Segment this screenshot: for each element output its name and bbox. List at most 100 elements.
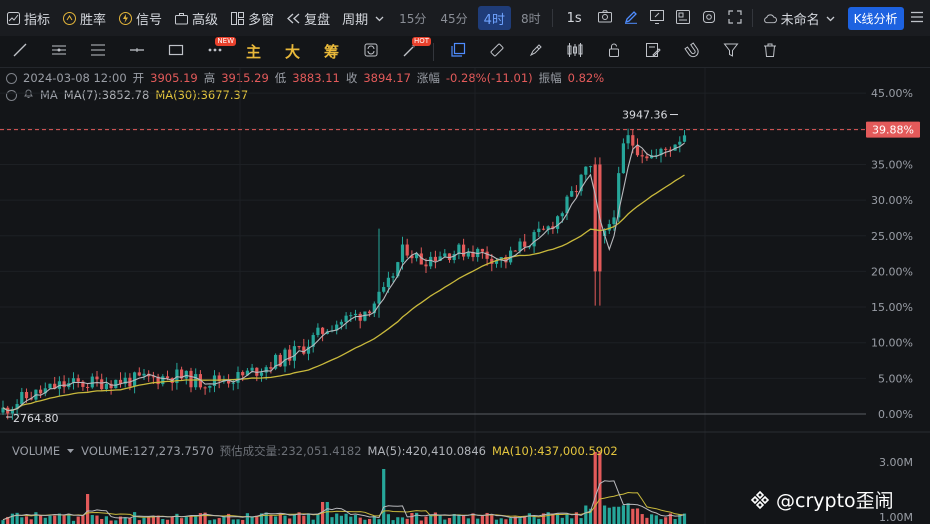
- replay-button[interactable]: 复盘: [280, 0, 336, 36]
- candle-body: [339, 321, 343, 325]
- note-icon: [645, 42, 661, 61]
- magnet-tool[interactable]: [672, 36, 711, 68]
- candle-body: [194, 374, 198, 388]
- divider: [551, 9, 553, 27]
- y-tick-label: 10.00%: [871, 337, 913, 350]
- candle-body: [682, 135, 687, 142]
- binance-logo-icon: [750, 490, 770, 509]
- volume-bar: [635, 508, 640, 524]
- sync-tool[interactable]: [351, 36, 390, 68]
- volume-bar: [133, 512, 137, 524]
- candle-body: [513, 250, 517, 252]
- volume-bar: [424, 516, 428, 524]
- magic-tool[interactable]: HOT: [390, 36, 431, 68]
- volume-bar: [274, 516, 278, 524]
- horizontal-line-tool[interactable]: [117, 36, 156, 68]
- volume-bar: [245, 513, 249, 524]
- copy-tool[interactable]: [438, 36, 477, 68]
- candle-body: [208, 385, 212, 388]
- candle-tool[interactable]: [555, 36, 594, 68]
- rectangle-tool[interactable]: [156, 36, 195, 68]
- delete-tool[interactable]: [750, 36, 789, 68]
- volume-bar: [283, 515, 287, 524]
- volume-dropdown-icon[interactable]: [66, 444, 75, 458]
- volume-bar: [673, 519, 677, 524]
- multi-window-button[interactable]: 多窗: [224, 0, 280, 36]
- filter-tool[interactable]: [711, 36, 750, 68]
- y-tick-label: 45.00%: [871, 87, 913, 100]
- fullscreen-button[interactable]: [722, 0, 748, 36]
- candle-body: [635, 145, 640, 156]
- advanced-button[interactable]: 高级: [168, 0, 224, 36]
- candle-body: [621, 143, 625, 174]
- more-tools[interactable]: NEW: [195, 36, 236, 68]
- lock-tool[interactable]: [594, 36, 633, 68]
- volume-bar: [626, 503, 630, 524]
- indicator-button[interactable]: 指标: [0, 0, 56, 36]
- pencil-icon: [624, 10, 638, 27]
- trend-line-tool[interactable]: [0, 36, 39, 68]
- parallel-lines-icon: [51, 42, 67, 61]
- period-dropdown[interactable]: 周期: [336, 0, 392, 36]
- volume-bar: [527, 513, 531, 524]
- settings-button[interactable]: [696, 0, 722, 36]
- interval-15m[interactable]: 15分: [392, 0, 433, 36]
- multi-window-label: 多窗: [248, 12, 275, 28]
- camera-icon: [597, 10, 612, 26]
- candle-body: [321, 327, 325, 334]
- chip-tool[interactable]: 筹: [312, 36, 351, 68]
- signal-button[interactable]: 信号: [112, 0, 168, 36]
- volume-bar: [518, 518, 522, 524]
- y-tick-label: 25.00%: [871, 230, 913, 243]
- interval-8h-label: 8时: [520, 11, 541, 26]
- candle-body: [48, 383, 52, 389]
- signal-label: 信号: [136, 12, 163, 28]
- volume-bar: [1, 520, 5, 524]
- candle-body: [62, 381, 66, 388]
- candle-body: [100, 379, 104, 390]
- volume-bar: [147, 517, 151, 524]
- volume-bar: [532, 517, 536, 524]
- parallel-lines-tool[interactable]: [39, 36, 78, 68]
- volume-bar: [325, 502, 329, 524]
- indicator-icon: [6, 11, 20, 25]
- ruler-tool[interactable]: [477, 36, 516, 68]
- candle-body: [433, 256, 437, 261]
- volume-bar: [438, 515, 442, 524]
- filter-icon: [722, 42, 739, 61]
- menu-button[interactable]: [904, 0, 930, 36]
- winrate-button[interactable]: 胜率: [56, 0, 112, 36]
- draw-button[interactable]: [618, 0, 644, 36]
- popout-button[interactable]: [644, 0, 670, 36]
- ma30-line: [2, 174, 685, 412]
- candle-body: [302, 346, 306, 354]
- big-order-tool[interactable]: 大: [273, 36, 312, 68]
- interval-45m[interactable]: 45分: [433, 0, 474, 36]
- y-tick-label: 30.00%: [871, 194, 913, 207]
- channel-tool[interactable]: [78, 36, 117, 68]
- interval-4h[interactable]: 4时: [477, 6, 511, 30]
- brush-tool[interactable]: [516, 36, 555, 68]
- layout-dropdown[interactable]: 未命名: [757, 0, 844, 36]
- candle-body: [344, 315, 348, 322]
- candle-body: [236, 372, 240, 383]
- main-force-tool[interactable]: 主: [234, 36, 273, 68]
- volume-bar: [53, 515, 57, 524]
- watermark-text: @crypto歪闹: [776, 490, 894, 512]
- popout-icon: [649, 9, 664, 27]
- candle-body: [297, 346, 301, 348]
- interval-8h[interactable]: 8时: [514, 0, 548, 36]
- template-button[interactable]: [670, 0, 696, 36]
- volume-label: VOLUME: [12, 444, 61, 458]
- current-price-tag: 39.88%: [872, 124, 914, 137]
- speed-button[interactable]: 1s: [557, 0, 592, 36]
- volume-bar: [311, 519, 315, 524]
- y-tick-label: 20.00%: [871, 265, 913, 278]
- candle-body: [560, 213, 564, 217]
- note-tool[interactable]: [633, 36, 672, 68]
- volume-bar: [405, 518, 409, 524]
- volume-bar: [504, 519, 508, 524]
- camera-button[interactable]: [592, 0, 618, 36]
- kline-analysis-button[interactable]: K线分析: [847, 6, 904, 30]
- candle-body: [76, 378, 80, 382]
